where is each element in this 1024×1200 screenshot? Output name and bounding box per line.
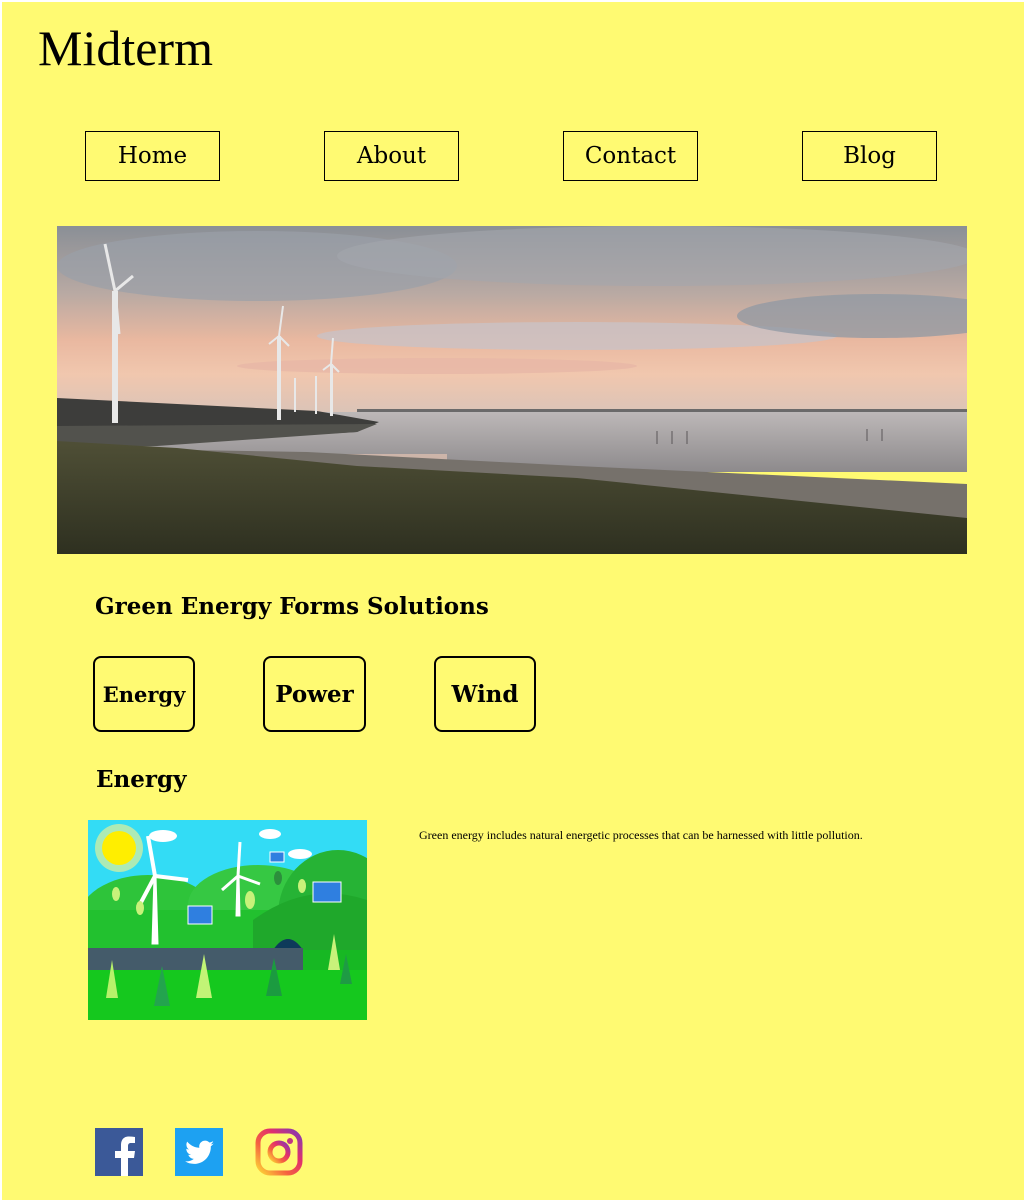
nav-about-button[interactable]: About (324, 131, 459, 181)
tab-energy-button[interactable]: Energy (93, 656, 195, 732)
twitter-icon[interactable] (175, 1128, 223, 1176)
nav-contact-button[interactable]: Contact (563, 131, 698, 181)
content-heading: Energy (96, 766, 187, 793)
site-title: Midterm (38, 20, 213, 76)
page-frame-top (0, 0, 1024, 2)
green-energy-illustration (88, 820, 367, 1020)
content-description: Green energy includes natural energetic … (419, 828, 863, 842)
instagram-icon[interactable] (255, 1128, 303, 1176)
facebook-icon[interactable] (95, 1128, 143, 1176)
tab-wind-button[interactable]: Wind (434, 656, 536, 732)
hero-image (57, 226, 967, 554)
nav-blog-button[interactable]: Blog (802, 131, 937, 181)
nav-home-button[interactable]: Home (85, 131, 220, 181)
tab-power-button[interactable]: Power (263, 656, 366, 732)
page-frame-left (0, 0, 2, 1200)
section-title: Green Energy Forms Solutions (95, 593, 489, 620)
